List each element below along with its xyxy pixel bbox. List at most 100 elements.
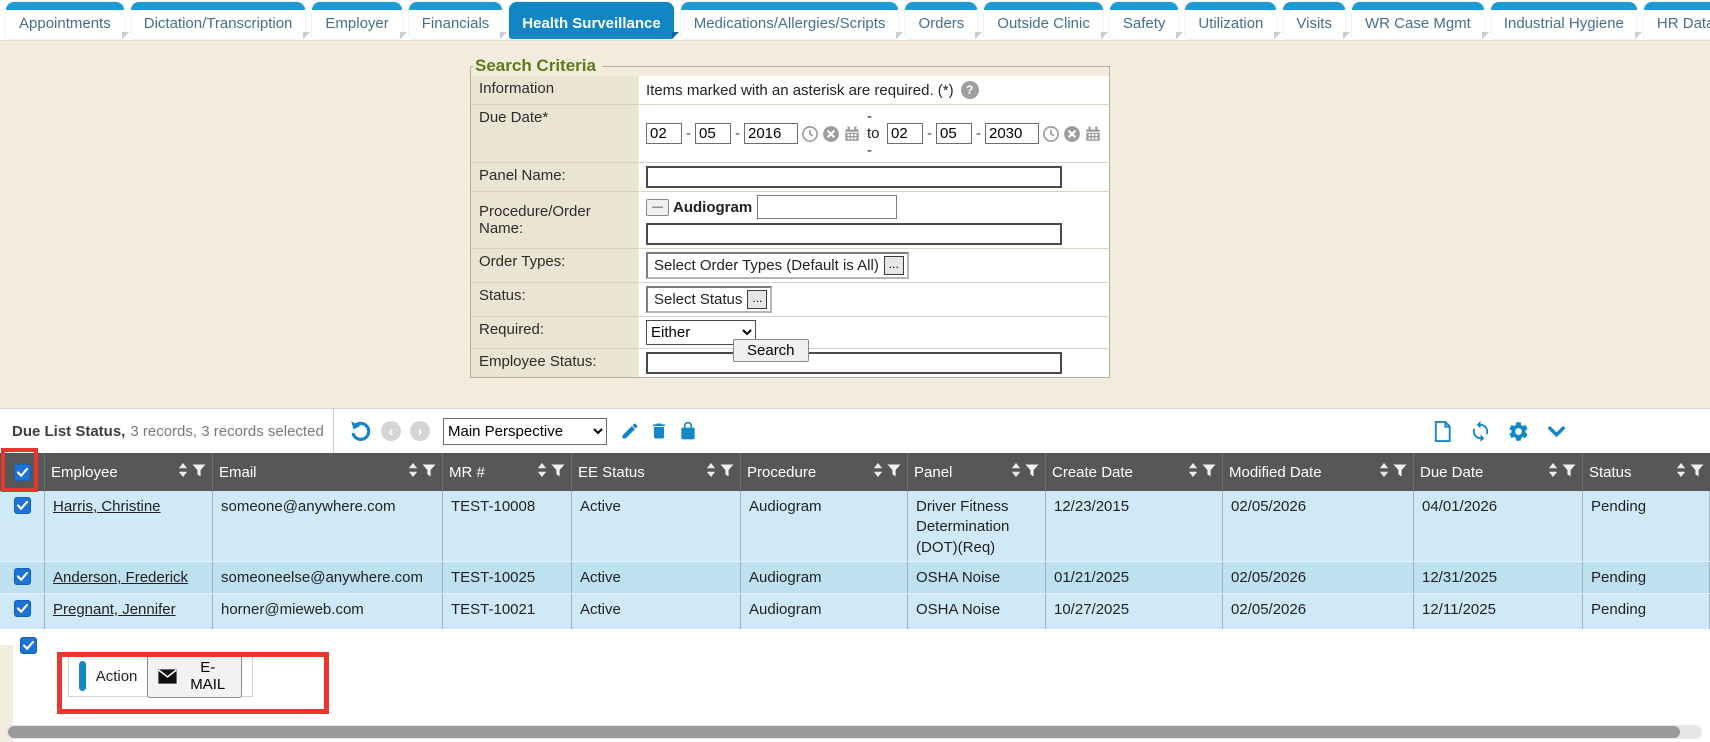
filter-funnel-icon[interactable] (192, 464, 206, 481)
delete-perspective-icon[interactable] (649, 421, 669, 441)
select-all-checkbox[interactable] (14, 464, 31, 481)
row-select-cell (0, 562, 45, 593)
row-checkbox[interactable] (14, 568, 31, 585)
filter-funnel-icon[interactable] (1562, 464, 1576, 481)
edit-perspective-icon[interactable] (620, 421, 640, 441)
status-picker[interactable]: Select Status ... (646, 286, 772, 313)
tab-appointments[interactable]: Appointments (6, 2, 124, 39)
tab-hr-data-feed[interactable]: HR Data Feed (1644, 2, 1710, 39)
employee-link[interactable]: Harris, Christine (53, 498, 161, 515)
column-header-status[interactable]: Status (1583, 453, 1710, 491)
due-date-to-year-input[interactable] (985, 123, 1039, 144)
scrollbar-thumb[interactable] (8, 726, 1680, 738)
help-icon[interactable]: ? (961, 81, 979, 99)
tab-financials[interactable]: Financials (409, 2, 503, 39)
employee-status-input[interactable] (646, 352, 1062, 374)
tab-label: Financials (422, 15, 490, 32)
email-button[interactable]: E-MAIL (147, 654, 242, 698)
column-header-due-date[interactable]: Due Date (1414, 453, 1583, 491)
tab-safety[interactable]: Safety (1110, 2, 1179, 39)
sort-icon[interactable] (178, 463, 188, 481)
undo-icon[interactable] (348, 419, 372, 443)
filter-funnel-icon[interactable] (1202, 464, 1216, 481)
clock-icon[interactable] (801, 125, 819, 143)
row-checkbox[interactable] (14, 600, 31, 617)
sort-icon[interactable] (537, 463, 547, 481)
column-header-ee-status[interactable]: EE Status (572, 453, 741, 491)
due-date-from-year-input[interactable] (744, 123, 798, 144)
sort-icon[interactable] (1011, 463, 1021, 481)
tab-industrial-hygiene[interactable]: Industrial Hygiene (1491, 2, 1637, 39)
collapse-chevron-icon[interactable] (1545, 420, 1568, 443)
sort-icon[interactable] (408, 463, 418, 481)
filter-funnel-icon[interactable] (1690, 464, 1704, 481)
tab-orders[interactable]: Orders (905, 2, 977, 39)
sort-icon[interactable] (873, 463, 883, 481)
sort-icon[interactable] (706, 463, 716, 481)
due-date-from-day-input[interactable] (695, 123, 731, 144)
filter-funnel-icon[interactable] (1025, 464, 1039, 481)
next-page-icon[interactable]: › (410, 421, 430, 441)
column-label: Modified Date (1229, 464, 1322, 481)
column-header-panel[interactable]: Panel (908, 453, 1046, 491)
due-date-from-month-input[interactable] (646, 123, 682, 144)
column-header-create-date[interactable]: Create Date (1046, 453, 1223, 491)
filter-funnel-icon[interactable] (1393, 464, 1407, 481)
tab-label: Medications/Allergies/Scripts (694, 15, 886, 32)
filter-funnel-icon[interactable] (551, 464, 565, 481)
filter-funnel-icon[interactable] (422, 464, 436, 481)
panel-name-input[interactable] (646, 166, 1062, 188)
tab-health-surveillance[interactable]: Health Surveillance (509, 2, 673, 39)
perspective-select[interactable]: Main Perspective (443, 418, 607, 445)
sort-icon[interactable] (1188, 463, 1198, 481)
employee-link[interactable]: Pregnant, Jennifer (53, 601, 176, 618)
lock-perspective-icon[interactable] (678, 421, 698, 441)
modified-date-cell: 02/05/2026 (1223, 594, 1414, 629)
tab-medications-allergies-scripts[interactable]: Medications/Allergies/Scripts (681, 2, 899, 39)
procedure-chip-input[interactable] (757, 195, 897, 219)
tab-visits[interactable]: Visits (1283, 2, 1345, 39)
column-header-procedure[interactable]: Procedure (741, 453, 908, 491)
due-date-to-month-input[interactable] (887, 123, 923, 144)
calendar-icon[interactable] (1084, 125, 1102, 143)
sort-icon[interactable] (1676, 463, 1686, 481)
sort-icon[interactable] (1548, 463, 1558, 481)
new-document-icon[interactable] (1431, 420, 1454, 443)
settings-gear-icon[interactable] (1507, 420, 1530, 443)
employee-link[interactable]: Anderson, Frederick (53, 569, 188, 586)
column-header-modified-date[interactable]: Modified Date (1223, 453, 1414, 491)
column-header-employee[interactable]: Employee (45, 453, 213, 491)
clear-date-icon[interactable] (1063, 125, 1081, 143)
tab-utilization[interactable]: Utilization (1185, 2, 1276, 39)
tab-employer[interactable]: Employer (312, 2, 401, 39)
mr-cell: TEST-10025 (443, 562, 572, 593)
tab-dictation-transcription[interactable]: Dictation/Transcription (131, 2, 306, 39)
search-button[interactable]: Search (733, 339, 809, 362)
clear-date-icon[interactable] (822, 125, 840, 143)
procedure-name-input[interactable] (646, 223, 1062, 245)
tab-outside-clinic[interactable]: Outside Clinic (984, 2, 1103, 39)
order-types-more-button[interactable]: ... (884, 256, 904, 275)
calendar-icon[interactable] (843, 125, 861, 143)
order-types-picker[interactable]: Select Order Types (Default is All) ... (646, 252, 909, 279)
footer-select-all-checkbox[interactable] (20, 637, 37, 654)
column-header-mr[interactable]: MR # (443, 453, 572, 491)
clock-icon[interactable] (1042, 125, 1060, 143)
horizontal-scrollbar[interactable] (6, 725, 1702, 739)
tab-label: HR Data Feed (1657, 15, 1710, 32)
refresh-icon[interactable] (1469, 420, 1492, 443)
procedure-label: Procedure/Order Name: (471, 192, 639, 248)
table-row: Anderson, Frederick someoneelse@anywhere… (0, 561, 1710, 594)
sort-icon[interactable] (1379, 463, 1389, 481)
prev-page-icon[interactable]: ‹ (381, 421, 401, 441)
due-date-to-day-input[interactable] (936, 123, 972, 144)
column-header-email[interactable]: Email (213, 453, 443, 491)
filter-funnel-icon[interactable] (720, 464, 734, 481)
row-checkbox[interactable] (14, 497, 31, 514)
email-cell: someoneelse@anywhere.com (213, 562, 443, 593)
status-more-button[interactable]: ... (747, 290, 767, 309)
filter-funnel-icon[interactable] (887, 464, 901, 481)
remove-procedure-button[interactable]: — (646, 199, 669, 216)
row-select-cell (0, 594, 45, 629)
tab-wr-case-mgmt[interactable]: WR Case Mgmt (1352, 2, 1484, 39)
